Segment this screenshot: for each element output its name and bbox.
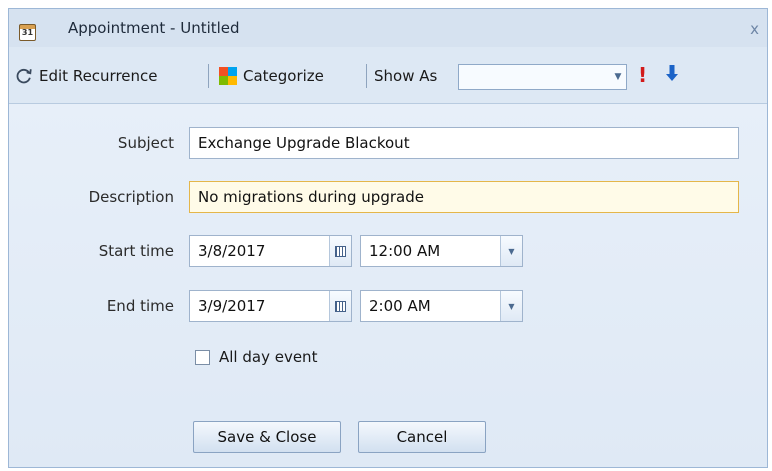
dialog-title: Appointment - Untitled bbox=[68, 19, 240, 37]
chevron-down-icon: ▼ bbox=[508, 246, 515, 256]
recurrence-icon bbox=[16, 68, 32, 84]
chevron-down-icon: ▼ bbox=[614, 72, 622, 82]
end-date-value: 3/9/2017 bbox=[198, 297, 266, 315]
form-body: Subject Description Start time 3/8/2017 … bbox=[9, 104, 767, 467]
cancel-button[interactable]: Cancel bbox=[358, 421, 486, 453]
show-as-label: Show As bbox=[374, 65, 437, 87]
show-as-text: Show As bbox=[374, 67, 438, 85]
start-time-label: Start time bbox=[98, 242, 174, 260]
categorize-button[interactable]: Categorize bbox=[219, 65, 324, 87]
chevron-down-icon: ▼ bbox=[508, 301, 515, 311]
toolbar-separator bbox=[366, 64, 367, 88]
toolbar: Edit Recurrence Categorize Show As ▼ ! bbox=[9, 47, 767, 104]
calendar-grid-icon bbox=[335, 245, 346, 257]
toolbar-separator bbox=[208, 64, 209, 88]
show-as-dropdown[interactable]: ▼ bbox=[458, 64, 627, 90]
start-date-picker[interactable]: 3/8/2017 bbox=[189, 235, 352, 267]
description-input[interactable] bbox=[189, 181, 739, 213]
categorize-label: Categorize bbox=[243, 67, 324, 85]
end-time-value: 2:00 AM bbox=[369, 297, 431, 315]
start-date-value: 3/8/2017 bbox=[198, 242, 266, 260]
end-time-label: End time bbox=[106, 297, 174, 315]
start-time-dropdown[interactable]: 12:00 AM ▼ bbox=[360, 235, 523, 267]
subject-label: Subject bbox=[117, 134, 174, 152]
description-label: Description bbox=[88, 188, 174, 206]
time-dropdown-button[interactable]: ▼ bbox=[500, 236, 522, 266]
edit-recurrence-label: Edit Recurrence bbox=[39, 67, 158, 85]
low-priority-icon[interactable] bbox=[665, 63, 679, 88]
time-dropdown-button[interactable]: ▼ bbox=[500, 291, 522, 321]
calendar-button[interactable] bbox=[329, 291, 351, 321]
appointment-dialog: 31 Appointment - Untitled x Edit Recurre… bbox=[8, 8, 768, 468]
end-time-dropdown[interactable]: 2:00 AM ▼ bbox=[360, 290, 523, 322]
calendar-icon: 31 bbox=[19, 24, 36, 41]
arrow-down-icon bbox=[666, 65, 678, 81]
edit-recurrence-button[interactable]: Edit Recurrence bbox=[15, 65, 158, 87]
start-time-value: 12:00 AM bbox=[369, 242, 441, 260]
subject-input[interactable] bbox=[189, 127, 739, 159]
title-bar: 31 Appointment - Untitled x bbox=[9, 9, 767, 47]
end-date-picker[interactable]: 3/9/2017 bbox=[189, 290, 352, 322]
all-day-label[interactable]: All day event bbox=[219, 348, 317, 366]
all-day-checkbox[interactable] bbox=[195, 350, 210, 365]
close-button[interactable]: x bbox=[750, 20, 759, 38]
calendar-grid-icon bbox=[335, 300, 346, 312]
high-priority-icon[interactable]: ! bbox=[638, 63, 647, 87]
save-close-button[interactable]: Save & Close bbox=[193, 421, 341, 453]
categorize-icon bbox=[219, 67, 237, 85]
calendar-button[interactable] bbox=[329, 236, 351, 266]
